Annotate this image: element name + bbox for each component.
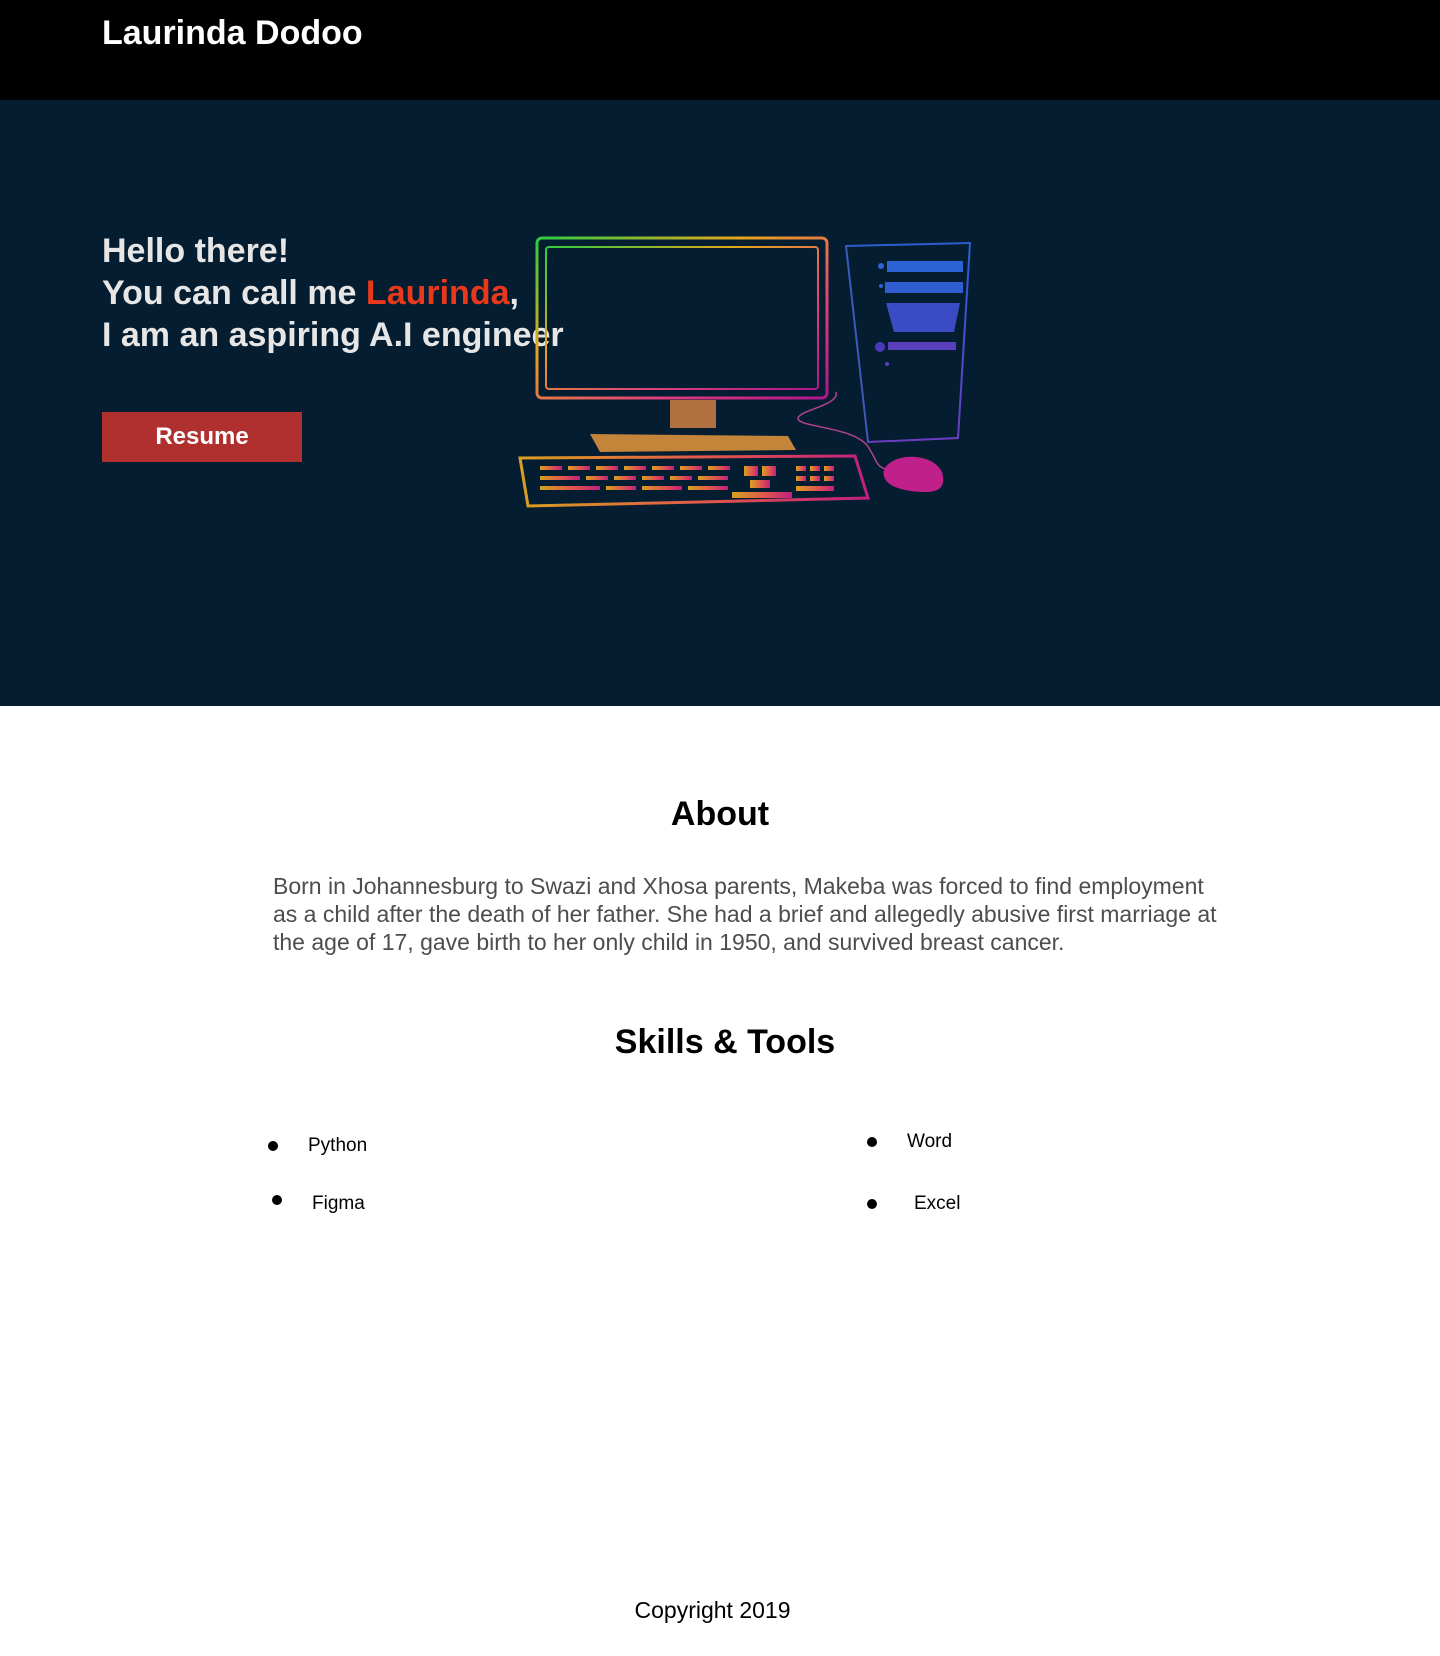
skill-label: Figma <box>312 1193 365 1214</box>
hero-name-highlight: Laurinda <box>365 274 510 312</box>
bullet-icon <box>867 1137 877 1147</box>
hero-line-role: I am an aspiring A.I engineer <box>102 316 564 354</box>
top-navbar: Laurinda Dodoo <box>0 0 1440 100</box>
hero-section: Hello there! You can call me Laurinda, I… <box>0 100 1440 706</box>
site-brand[interactable]: Laurinda Dodoo <box>102 14 363 53</box>
hero-line-hello: Hello there! <box>102 232 290 270</box>
skill-item-figma: Figma <box>272 1193 365 1215</box>
skill-item-word: Word <box>867 1131 952 1153</box>
hero-greeting: Hello there! You can call me Laurinda, I… <box>102 230 564 356</box>
about-paragraph: Born in Johannesburg to Swazi and Xhosa … <box>273 873 1217 955</box>
about-heading: About <box>670 795 770 833</box>
bullet-icon <box>867 1199 877 1209</box>
skill-label: Excel <box>914 1193 961 1214</box>
skill-label: Python <box>308 1135 368 1156</box>
hero-line-name: You can call me Laurinda, <box>102 272 564 314</box>
bullet-icon <box>272 1195 282 1205</box>
skill-label: Word <box>907 1131 953 1152</box>
skills-heading: Skills & Tools <box>614 1023 836 1061</box>
footer-copyright: Copyright 2019 <box>634 1597 791 1623</box>
hero-name-prefix: You can call me <box>102 274 366 312</box>
skill-item-excel: Excel <box>867 1193 960 1215</box>
bullet-icon <box>268 1141 278 1151</box>
computer-icon <box>518 236 972 508</box>
skill-item-python: Python <box>268 1135 367 1157</box>
resume-button[interactable]: Resume <box>102 412 302 462</box>
